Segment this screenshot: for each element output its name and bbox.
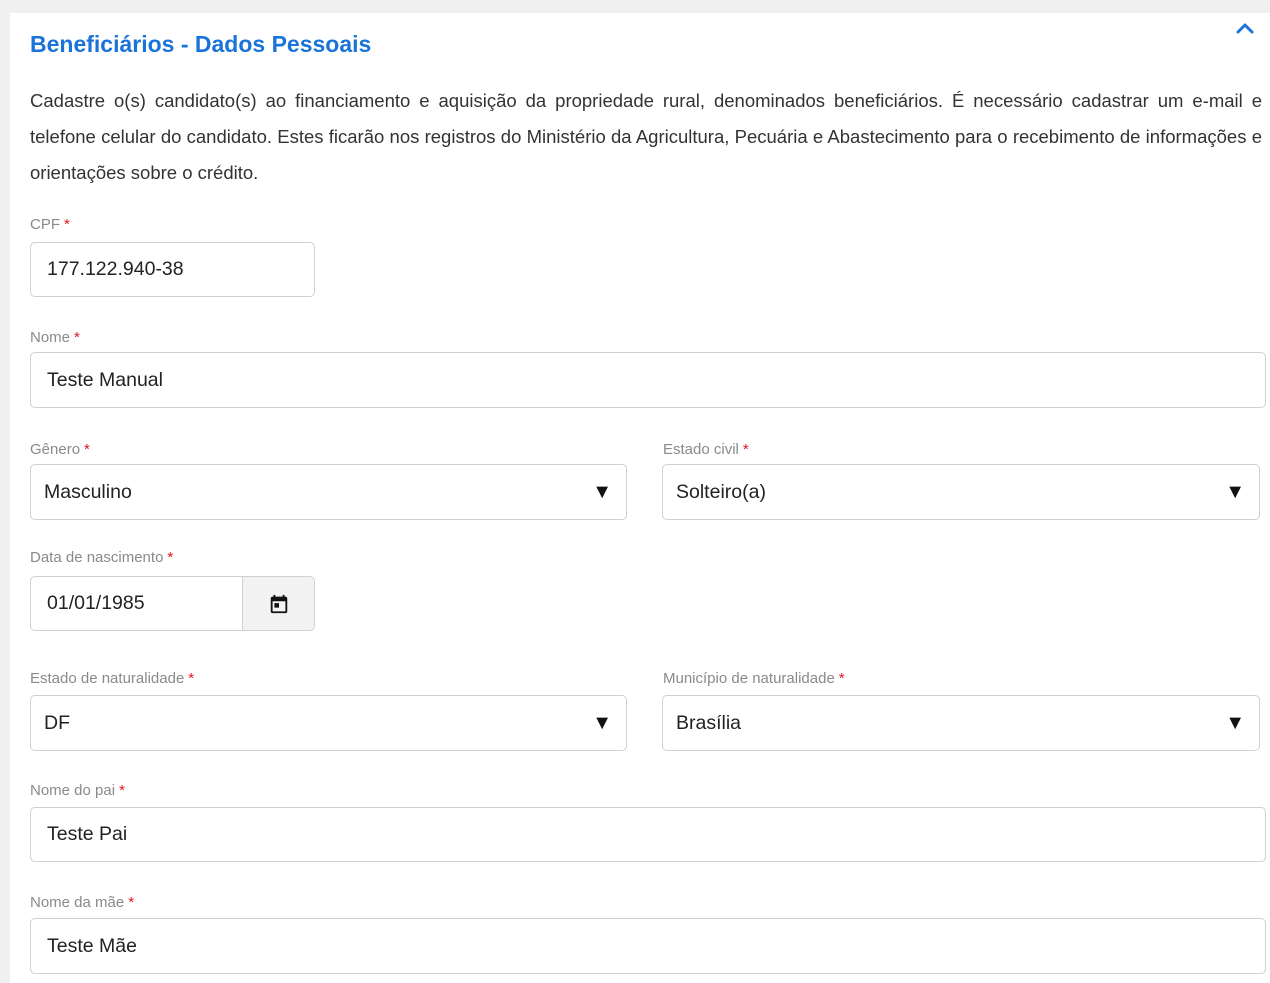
nome-pai-label: Nome do pai *	[30, 782, 125, 799]
nome-mae-input[interactable]: Teste Mãe	[30, 918, 1266, 974]
estado-naturalidade-label-text: Estado de naturalidade	[30, 670, 185, 687]
estado-naturalidade-label: Estado de naturalidade *	[30, 670, 194, 687]
nome-input[interactable]: Teste Manual	[30, 352, 1266, 408]
nome-mae-label: Nome da mãe *	[30, 894, 134, 911]
calendar-icon	[270, 594, 288, 613]
municipio-naturalidade-label-text: Município de naturalidade	[663, 670, 835, 687]
personal-data-card: Beneficiários - Dados Pessoais Cadastre …	[10, 13, 1270, 983]
genero-select[interactable]: Masculino ▼	[30, 464, 627, 520]
estado-civil-select-value: Solteiro(a)	[676, 480, 766, 503]
required-marker: *	[167, 549, 174, 566]
nome-pai-label-text: Nome do pai	[30, 782, 116, 799]
nome-pai-value: Teste Pai	[47, 823, 128, 845]
section-title: Beneficiários - Dados Pessoais	[30, 31, 372, 57]
cpf-input[interactable]: 177.122.940-38	[30, 242, 315, 297]
dropdown-arrow-icon: ▼	[1225, 481, 1245, 503]
required-marker: *	[838, 670, 845, 687]
cpf-input-value: 177.122.940-38	[47, 258, 184, 280]
collapse-button[interactable]	[1232, 17, 1258, 39]
required-marker: *	[188, 670, 195, 687]
required-marker: *	[64, 216, 70, 233]
nome-label: Nome *	[30, 329, 80, 346]
genero-label-text: Gênero	[30, 441, 81, 458]
data-nascimento-value: 01/01/1985	[47, 592, 145, 614]
cpf-label-text: CPF	[30, 216, 60, 233]
dropdown-arrow-icon: ▼	[592, 481, 612, 503]
dropdown-arrow-icon: ▼	[1225, 712, 1245, 734]
nome-label-text: Nome	[30, 329, 71, 346]
required-marker: *	[742, 441, 749, 458]
nome-pai-input[interactable]: Teste Pai	[30, 807, 1266, 862]
data-nascimento-group: 01/01/1985	[30, 576, 315, 631]
estado-naturalidade-value: DF	[44, 711, 70, 734]
required-marker: *	[128, 894, 135, 911]
municipio-naturalidade-value: Brasília	[676, 711, 742, 734]
nome-mae-value: Teste Mãe	[47, 934, 137, 957]
nome-input-value: Teste Manual	[47, 368, 163, 391]
estado-civil-select[interactable]: Solteiro(a) ▼	[662, 464, 1260, 520]
data-nascimento-label: Data de nascimento *	[30, 549, 173, 566]
section-description: Cadastre o(s) candidato(s) ao financiame…	[30, 90, 1262, 183]
municipio-naturalidade-label: Município de naturalidade *	[663, 670, 845, 687]
cpf-label: CPF *	[30, 216, 70, 233]
genero-select-value: Masculino	[44, 480, 132, 503]
estado-civil-label-text: Estado civil	[663, 441, 739, 458]
data-nascimento-label-text: Data de nascimento	[30, 549, 164, 566]
required-marker: *	[74, 329, 80, 346]
estado-naturalidade-select[interactable]: DF ▼	[30, 695, 627, 751]
municipio-naturalidade-select[interactable]: Brasília ▼	[662, 695, 1260, 751]
nome-mae-label-text: Nome da mãe	[30, 894, 125, 911]
required-marker: *	[119, 782, 125, 799]
chevron-up-icon	[1236, 23, 1254, 34]
genero-label: Gênero *	[30, 441, 90, 458]
estado-civil-label: Estado civil *	[663, 441, 749, 458]
calendar-button[interactable]	[242, 577, 314, 630]
required-marker: *	[84, 441, 90, 458]
dropdown-arrow-icon: ▼	[592, 712, 612, 734]
data-nascimento-input[interactable]: 01/01/1985	[31, 577, 242, 630]
